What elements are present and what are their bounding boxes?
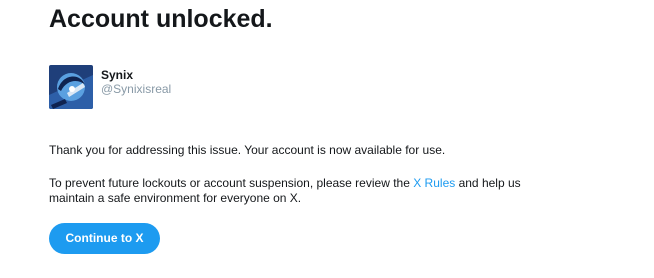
x-rules-link[interactable]: X Rules: [413, 176, 455, 190]
rules-message-prefix: To prevent future lockouts or account su…: [49, 176, 414, 190]
avatar-image-icon: [49, 65, 93, 109]
continue-button[interactable]: Continue to X: [49, 223, 160, 254]
avatar: [49, 65, 93, 109]
page-title: Account unlocked.: [49, 5, 273, 33]
display-name: Synix: [101, 68, 134, 82]
account-card: Synix @Synixisreal: [49, 65, 171, 111]
rules-message: To prevent future lockouts or account su…: [49, 176, 521, 206]
rules-message-line3: maintain a safe environment for everyone…: [49, 191, 302, 205]
confirmation-message: Thank you for addressing this issue. You…: [49, 143, 446, 157]
account-handle: @Synixisreal: [101, 82, 172, 96]
account-names: Synix @Synixisreal: [101, 65, 171, 97]
rules-message-suffix: and help us: [455, 176, 521, 190]
